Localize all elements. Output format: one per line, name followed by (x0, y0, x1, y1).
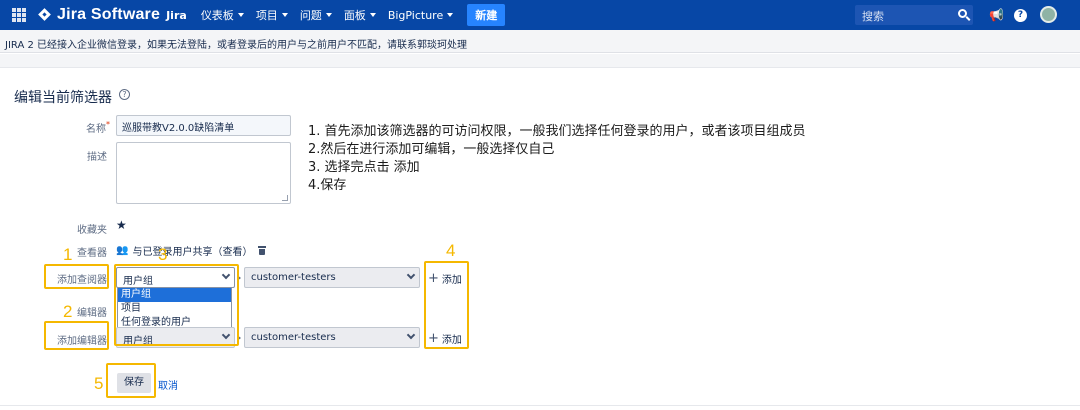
avatar[interactable] (1040, 6, 1057, 23)
chevron-down-icon (281, 13, 288, 17)
app-switcher-icon[interactable] (12, 8, 26, 22)
chevron-down-icon (406, 270, 416, 280)
chevron-down-icon (325, 13, 332, 17)
help-icon[interactable]: ? (119, 89, 130, 100)
menu-bigpicture[interactable]: BigPicture (387, 8, 454, 22)
plus-icon: + (428, 330, 439, 346)
viewer-group-select[interactable]: customer-testers (244, 267, 420, 288)
chevron-down-icon (237, 13, 244, 17)
cancel-link[interactable]: 取消 (158, 377, 178, 392)
menu-issues[interactable]: 问题 (300, 7, 332, 23)
description-field[interactable] (116, 142, 291, 204)
viewer-share-text: 与已登录用户共享（查看） (132, 247, 253, 258)
save-button[interactable]: 保存 (117, 373, 151, 393)
add-label: 添加 (441, 335, 462, 346)
menu-issues-label: 问题 (299, 9, 322, 22)
add-viewer-button[interactable]: + 添加 (428, 270, 462, 287)
name-field[interactable]: 巡服带教V2.0.0缺陷清单 (116, 115, 291, 136)
sub-bar (0, 54, 1080, 68)
menu-bigpicture-label: BigPicture (387, 8, 444, 22)
chevron-down-icon (221, 270, 231, 280)
instruction-line: 2.然后在进行添加可编辑，一般选择仅自己 (308, 142, 555, 157)
name-label: 名称* (40, 120, 110, 135)
star-icon[interactable]: ★ (116, 218, 127, 232)
menu-dashboards[interactable]: 仪表板 (201, 7, 244, 23)
dropdown-option-group[interactable]: 用户组 (118, 288, 231, 302)
add-editor-label: 添加编辑器 (57, 336, 107, 347)
instructions: 1. 首先添加该筛选器的可访问权限，一般我们选择任何登录的用户，或者该项目组成员… (308, 123, 806, 195)
jira-diamond-icon (38, 8, 52, 22)
menu-projects-label: 项目 (255, 9, 278, 22)
announcement-banner: JIRA 2 已经接入企业微信登录，如果无法登陆，或者登录后的用户与之前用户不匹… (0, 30, 1080, 53)
jira-logo[interactable]: Jira Software Jira (38, 6, 201, 24)
search-placeholder: 搜索 (862, 10, 884, 23)
menu-boards[interactable]: 面板 (344, 7, 376, 23)
add-editor-button[interactable]: + 添加 (428, 330, 462, 347)
chevron-down-icon (221, 330, 231, 340)
annotation-number: 1 (63, 245, 73, 264)
arrow-right-icon (237, 275, 241, 281)
trash-icon[interactable] (258, 246, 267, 255)
group-icon: 👥 (116, 245, 129, 256)
divider (0, 405, 1080, 406)
editor-group-value: customer-testers (251, 332, 336, 343)
search-input[interactable]: 搜索 (855, 5, 973, 25)
dropdown-option-project[interactable]: 项目 (118, 302, 231, 316)
add-label: 添加 (441, 275, 462, 286)
add-viewer-label: 添加查阅器 (57, 275, 107, 286)
instruction-line: 3. 选择完点击 添加 (308, 160, 420, 175)
annotation-number: 2 (63, 302, 73, 321)
page-title: 编辑当前筛选器 (14, 90, 112, 106)
name-label-text: 名称 (86, 124, 106, 135)
description-label: 描述 (87, 152, 107, 163)
search-icon[interactable] (958, 9, 967, 18)
logo-text: Jira Software (57, 6, 161, 23)
notification-icon[interactable]: 📢 (989, 8, 1004, 22)
logo-sub: Jira (166, 8, 187, 22)
viewer-type-select[interactable]: 用户组 (116, 267, 235, 288)
annotation-number: 4 (446, 241, 456, 260)
chevron-down-icon (447, 13, 454, 17)
menu-boards-label: 面板 (343, 9, 366, 22)
required-mark: * (106, 120, 110, 129)
menu-projects[interactable]: 项目 (256, 7, 288, 23)
instruction-line: 1. 首先添加该筛选器的可访问权限，一般我们选择任何登录的用户，或者该项目组成员 (308, 124, 806, 139)
viewer-group-value: customer-testers (251, 272, 336, 283)
instruction-line: 4.保存 (308, 178, 347, 193)
chevron-down-icon (369, 13, 376, 17)
annotation-number: 5 (94, 374, 104, 393)
create-button[interactable]: 新建 (467, 4, 506, 26)
viewer-type-value: 用户组 (123, 276, 153, 287)
chevron-down-icon (406, 330, 416, 340)
plus-icon: + (428, 270, 439, 286)
viewer-share-entry: 👥 与已登录用户共享（查看） (116, 243, 267, 258)
editor-type-select[interactable]: 用户组 (116, 327, 235, 348)
annotation-number: 3 (158, 245, 168, 264)
editor-type-value: 用户组 (123, 336, 153, 347)
editor-group-select[interactable]: customer-testers (244, 327, 420, 348)
menu-dashboards-label: 仪表板 (200, 9, 234, 22)
favourite-label: 收藏夹 (77, 225, 107, 236)
arrow-right-icon (237, 335, 241, 341)
viewer-type-dropdown[interactable]: 用户组 项目 任何登录的用户 (117, 287, 232, 331)
help-icon[interactable]: ? (1014, 9, 1027, 22)
resize-handle-icon[interactable] (282, 195, 288, 201)
